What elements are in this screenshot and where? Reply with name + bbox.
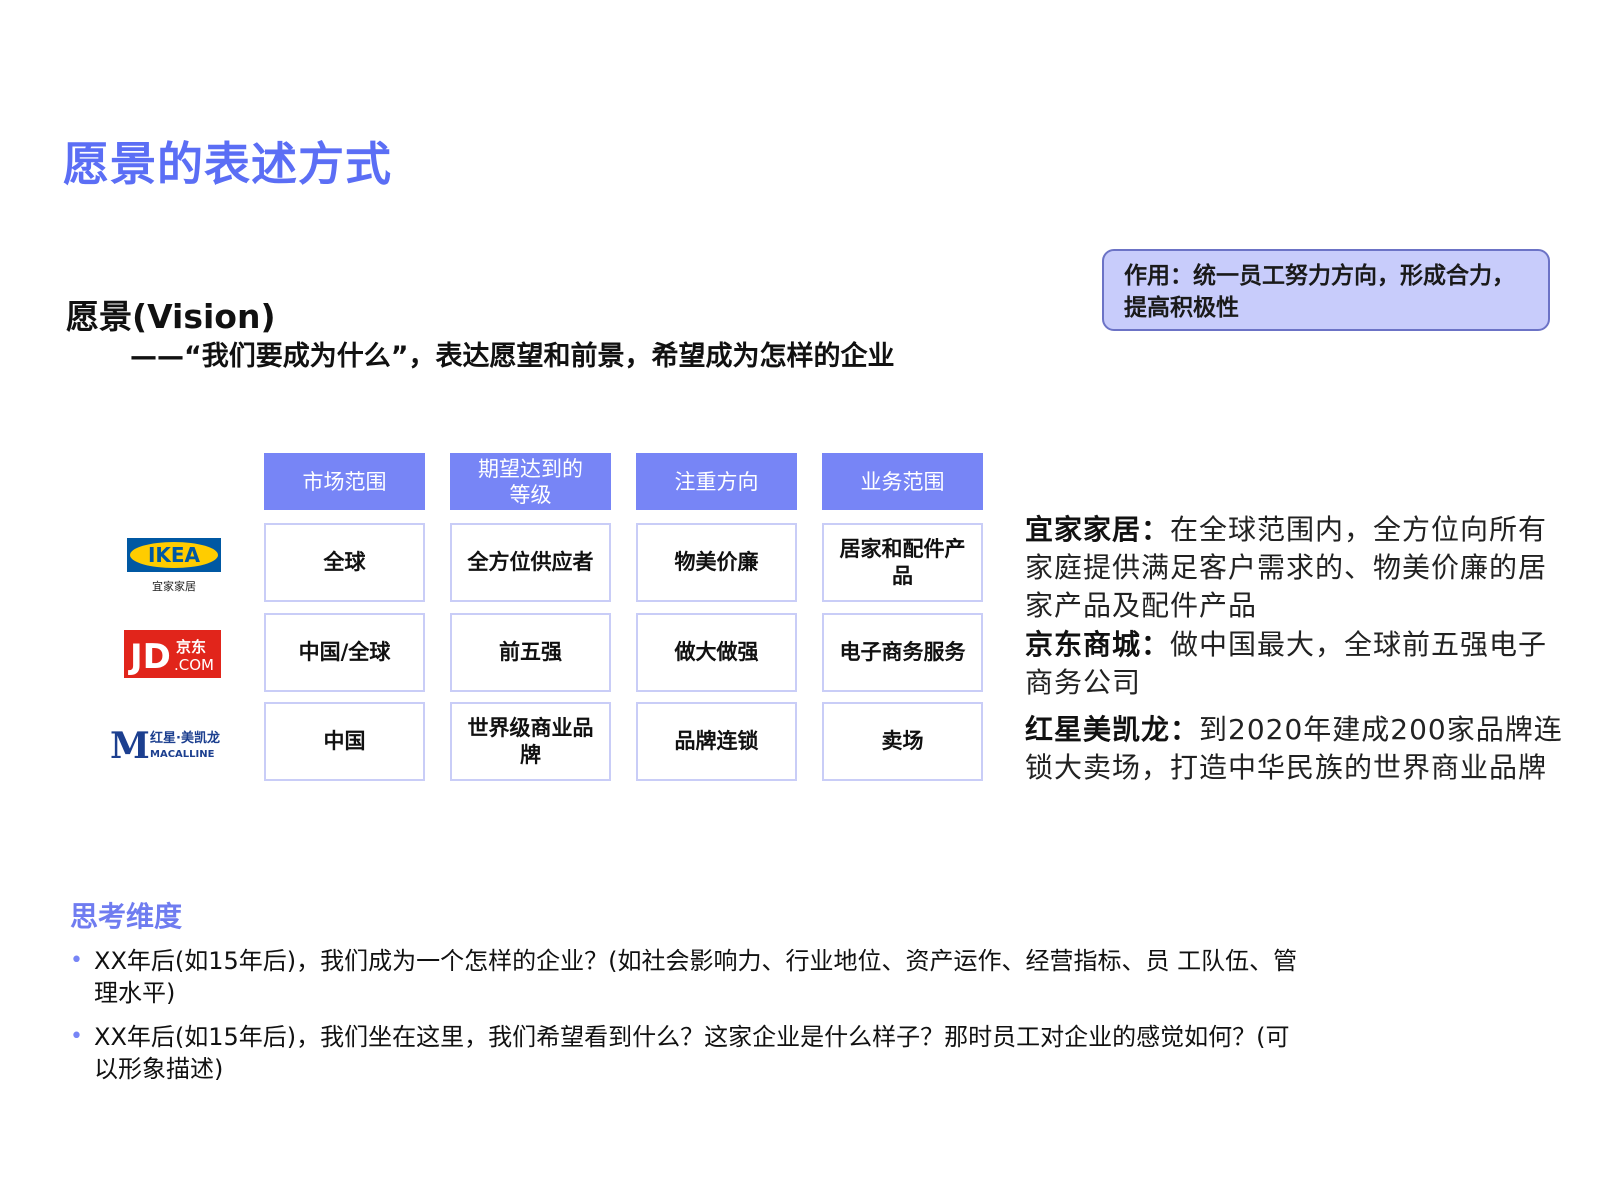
jd-logo: JD 京东 .COM <box>124 630 221 678</box>
bullet-icon: • <box>70 948 83 973</box>
bullet-icon: • <box>70 1024 83 1049</box>
note-box: 作用：统一员工努力方向，形成合力，提高积极性 <box>1102 249 1550 331</box>
table-cell: 做大做强 <box>636 613 797 692</box>
vision-subtitle: ——“我们要成为什么”，表达愿望和前景，希望成为怎样的企业 <box>130 341 895 372</box>
macalline-cn: 红星·美凯龙 <box>150 730 220 746</box>
jd-com: .COM <box>174 656 214 674</box>
description-company: 京东商城： <box>1025 628 1171 661</box>
list-item: • XX年后(如15年后)，我们成为一个怎样的企业？(如社会影响力、行业地位、资… <box>70 945 1300 1009</box>
table-cell: 全球 <box>264 523 425 602</box>
description-company: 宜家家居： <box>1025 513 1171 546</box>
jd-mark: JD <box>128 637 171 677</box>
description-ikea: 宜家家居：在全球范围内，全方位向所有家庭提供满足客户需求的、物美价廉的居家产品及… <box>1025 511 1565 625</box>
table-cell: 全方位供应者 <box>450 523 611 602</box>
bullet-text: XX年后(如15年后)，我们坐在这里，我们希望看到什么？这家企业是什么样子？那时… <box>94 1023 1290 1083</box>
description-jd: 京东商城：做中国最大，全球前五强电子商务公司 <box>1025 626 1565 702</box>
list-item: • XX年后(如15年后)，我们坐在这里，我们希望看到什么？这家企业是什么样子？… <box>70 1021 1300 1085</box>
description-company: 红星美凯龙： <box>1025 713 1200 746</box>
page-title: 愿景的表述方式 <box>63 137 392 191</box>
table-cell: 电子商务服务 <box>822 613 983 692</box>
table-header-business: 业务范围 <box>822 453 983 510</box>
thinking-title: 思考维度 <box>70 900 183 933</box>
macalline-en: MACALLINE <box>150 749 215 760</box>
ikea-sub: 宜家家居 <box>152 579 196 593</box>
ikea-logo: IKEA 宜家家居 <box>124 536 224 596</box>
table-cell: 中国/全球 <box>264 613 425 692</box>
macalline-mark: M <box>110 726 150 762</box>
vision-heading: 愿景(Vision) <box>66 297 276 336</box>
ikea-wordmark: IKEA <box>148 543 201 567</box>
table-header-focus: 注重方向 <box>636 453 797 510</box>
description-macalline: 红星美凯龙：到2020年建成200家品牌连锁大卖场，打造中华民族的世界商业品牌 <box>1025 711 1565 787</box>
table-cell: 居家和配件产品 <box>822 523 983 602</box>
table-header-level: 期望达到的等级 <box>450 453 611 510</box>
table-cell: 物美价廉 <box>636 523 797 602</box>
macalline-logo: M 红星·美凯龙 MACALLINE <box>110 725 235 767</box>
table-cell: 世界级商业品牌 <box>450 702 611 781</box>
table-cell: 前五强 <box>450 613 611 692</box>
table-header-market: 市场范围 <box>264 453 425 510</box>
table-cell: 品牌连锁 <box>636 702 797 781</box>
table-cell: 卖场 <box>822 702 983 781</box>
jd-cn: 京东 <box>176 638 206 656</box>
bullet-text: XX年后(如15年后)，我们成为一个怎样的企业？(如社会影响力、行业地位、资产运… <box>94 947 1298 1007</box>
table-cell: 中国 <box>264 702 425 781</box>
